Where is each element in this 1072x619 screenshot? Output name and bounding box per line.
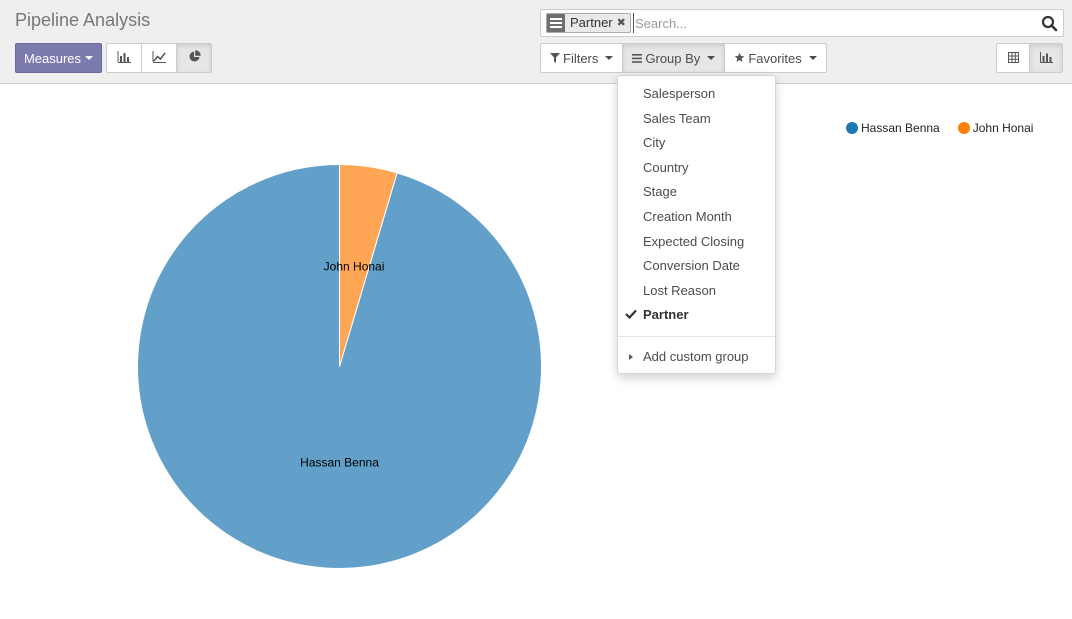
- legend-label: Hassan Benna: [861, 121, 940, 135]
- filters-label: Filters: [563, 50, 599, 66]
- graph-view-icon: [1039, 51, 1053, 66]
- measures-label: Measures: [23, 50, 82, 66]
- legend-label: John Honai: [972, 121, 1034, 135]
- search-input[interactable]: [633, 13, 1033, 33]
- bar-chart-button[interactable]: [106, 43, 142, 73]
- caret-down-icon: [605, 56, 614, 60]
- group-by-button[interactable]: Group By: [622, 43, 726, 73]
- pivot-view-button[interactable]: [996, 43, 1030, 73]
- search-box[interactable]: Partner ✖: [540, 9, 1064, 37]
- measures-button[interactable]: Measures: [15, 43, 102, 73]
- caret-down-icon: [808, 56, 817, 60]
- favorites-button[interactable]: Favorites: [724, 43, 827, 73]
- line-chart-button[interactable]: [141, 43, 177, 73]
- star-icon: [734, 51, 745, 66]
- bar-chart-icon: [117, 50, 131, 66]
- legend-item[interactable]: Hassan Benna: [846, 121, 940, 135]
- filter-icon: [550, 51, 560, 66]
- line-chart-icon: [152, 50, 166, 66]
- pie-chart-button[interactable]: [176, 43, 212, 73]
- favorites-label: Favorites: [748, 50, 802, 66]
- legend-dot-icon: [846, 122, 858, 134]
- facet-label: Partner: [570, 15, 613, 30]
- list-icon: [632, 51, 643, 66]
- search-facet[interactable]: Partner ✖: [546, 13, 631, 33]
- search-facet-value: Partner ✖: [565, 14, 630, 32]
- caret-down-icon: [707, 56, 716, 60]
- pivot-table-icon: [1007, 51, 1019, 66]
- legend-dot-icon: [957, 122, 970, 134]
- pie-chart-icon: [188, 50, 201, 66]
- group-by-label: Group By: [645, 50, 701, 66]
- legend-item[interactable]: John Honai: [957, 121, 1034, 135]
- search-icon[interactable]: [1041, 15, 1058, 32]
- view-switcher: [996, 43, 1063, 73]
- chart-legend: Hassan Benna John Honai: [846, 121, 1033, 135]
- pie-slice-label: John Honai: [324, 260, 385, 274]
- control-panel: Pipeline Analysis Partner ✖ Measures: [0, 0, 1072, 84]
- caret-down-icon: [85, 56, 94, 60]
- list-icon: [547, 14, 565, 32]
- graph-view-button[interactable]: [1029, 43, 1063, 73]
- close-icon[interactable]: ✖: [617, 14, 626, 32]
- page-title: Pipeline Analysis: [15, 10, 151, 30]
- chart-mode-group: [106, 43, 212, 73]
- pie-chart: Hassan Benna John Honai: [137, 163, 542, 569]
- pie-slice-label: Hassan Benna: [300, 455, 379, 469]
- search-options-group: Filters Group By Favorites: [540, 43, 827, 73]
- filters-button[interactable]: Filters: [540, 43, 624, 73]
